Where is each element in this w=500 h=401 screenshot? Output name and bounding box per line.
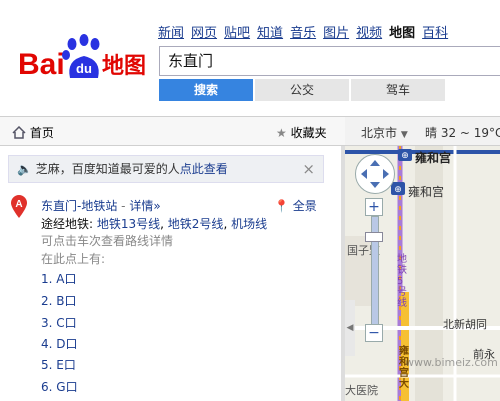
home-icon xyxy=(12,125,26,139)
header: Bai du 地图 新闻 网页 贴吧 知道 音乐 图片 视频 地图 百科 东直门 搜索 公交 驾… xyxy=(0,0,500,112)
tab-search[interactable]: 搜索 xyxy=(159,79,253,101)
exits-heading: 在此点上有: xyxy=(41,252,106,266)
place-label: 北新胡同 xyxy=(443,318,487,331)
pan-down-icon xyxy=(370,182,380,188)
weather-label: 晴 32 ~ 19°C xyxy=(425,126,500,140)
zoom-slider-handle[interactable] xyxy=(365,232,383,242)
exit-c[interactable]: 3. C口 xyxy=(41,314,77,331)
exit-d[interactable]: 4. D口 xyxy=(41,335,78,352)
exit-g[interactable]: 6. G口 xyxy=(41,378,78,395)
notice-link[interactable]: 点此查看 xyxy=(180,162,228,176)
watermark: www.bimeiz.com xyxy=(405,356,498,369)
notice-text: 芝麻，百度知道最可爱的人 xyxy=(35,162,180,176)
nav-item[interactable]: 音乐 xyxy=(290,26,316,41)
notice-bar: 🔈 芝麻，百度知道最可爱的人点此查看 × xyxy=(8,155,324,183)
line-2[interactable]: 地铁2号线 xyxy=(168,217,224,231)
exit-e[interactable]: 5. E口 xyxy=(41,356,76,373)
station-label-top: 雍和宫 xyxy=(415,151,452,165)
pan-left-icon xyxy=(361,169,367,179)
lines-prefix: 途经地铁: xyxy=(41,217,94,231)
nav-item[interactable]: 视频 xyxy=(356,26,382,41)
logo-bai: Bai xyxy=(18,48,65,81)
close-icon[interactable]: × xyxy=(302,156,315,182)
star-icon: ★ xyxy=(276,126,287,140)
chevron-left-icon: ◀ xyxy=(346,323,354,333)
panorama-pin-icon: 📍 xyxy=(274,199,289,213)
favorites-link[interactable]: ★ 收藏夹 xyxy=(276,124,327,141)
nav-item[interactable]: 图片 xyxy=(323,26,349,41)
pan-up-icon xyxy=(370,160,380,166)
search-input[interactable]: 东直门 xyxy=(159,46,500,76)
nav-item[interactable]: 百科 xyxy=(422,26,448,41)
panorama-link[interactable]: 📍 全景 xyxy=(274,197,317,214)
exit-b[interactable]: 2. B口 xyxy=(41,292,77,309)
map-view[interactable]: ⊕ ⊕ 雍和宫 雍和宫 地铁5号线 国子监 北新胡同 前永 大医院 雍和宫大 w… xyxy=(345,146,500,401)
svg-text:A: A xyxy=(15,199,22,210)
svg-text:du: du xyxy=(76,61,92,76)
nav-item[interactable]: 网页 xyxy=(191,26,217,41)
zoom-in-button[interactable]: + xyxy=(365,198,383,216)
panorama-label: 全景 xyxy=(292,199,317,213)
baidu-logo[interactable]: Bai du 地图 xyxy=(18,34,158,84)
detail-link[interactable]: 详情» xyxy=(129,199,160,213)
tab-drive[interactable]: 驾车 xyxy=(351,79,445,101)
map-marker-icon: A xyxy=(11,195,27,218)
favorites-label: 收藏夹 xyxy=(290,126,327,140)
home-label: 首页 xyxy=(29,126,54,140)
zoom-out-button[interactable]: − xyxy=(365,324,383,342)
nav-item[interactable]: 新闻 xyxy=(158,26,184,41)
top-nav: 新闻 网页 贴吧 知道 音乐 图片 视频 地图 百科 xyxy=(158,22,455,41)
city-label: 北京市 xyxy=(361,126,398,140)
line-airport[interactable]: 机场线 xyxy=(231,217,267,231)
svg-text:⊕: ⊕ xyxy=(401,151,409,161)
transfer-note: 可点击车次查看路线详情 xyxy=(41,234,174,248)
svg-text:⊕: ⊕ xyxy=(394,185,402,195)
toolbar: 首页 ★ 收藏夹 xyxy=(0,116,345,146)
home-link[interactable]: 首页 xyxy=(12,124,54,141)
exit-a[interactable]: 1. A口 xyxy=(41,270,76,287)
pan-right-icon xyxy=(383,169,389,179)
place-label: 大医院 xyxy=(345,384,378,397)
nav-item[interactable]: 地图 xyxy=(389,26,415,41)
map-toolbar: 北京市 ▼ 晴 32 ~ 19°C xyxy=(345,116,500,146)
speaker-icon: 🔈 xyxy=(17,162,32,176)
line-13[interactable]: 地铁13号线 xyxy=(97,217,160,231)
line-label: 地铁5号线 xyxy=(397,254,407,309)
city-selector[interactable]: 北京市 ▼ xyxy=(361,124,408,141)
result-title[interactable]: 东直门-地铁站 xyxy=(41,199,117,213)
chevron-down-icon: ▼ xyxy=(400,130,408,140)
tab-bus[interactable]: 公交 xyxy=(255,79,349,101)
nav-item[interactable]: 贴吧 xyxy=(224,26,250,41)
paw-icon: du xyxy=(62,34,100,78)
collapse-panel-button[interactable]: ◀ xyxy=(345,300,355,356)
logo-map-text: 地图 xyxy=(102,54,146,79)
pan-control[interactable] xyxy=(355,154,395,194)
station-label-mid: 雍和宫 xyxy=(408,185,445,199)
nav-item[interactable]: 知道 xyxy=(257,26,283,41)
